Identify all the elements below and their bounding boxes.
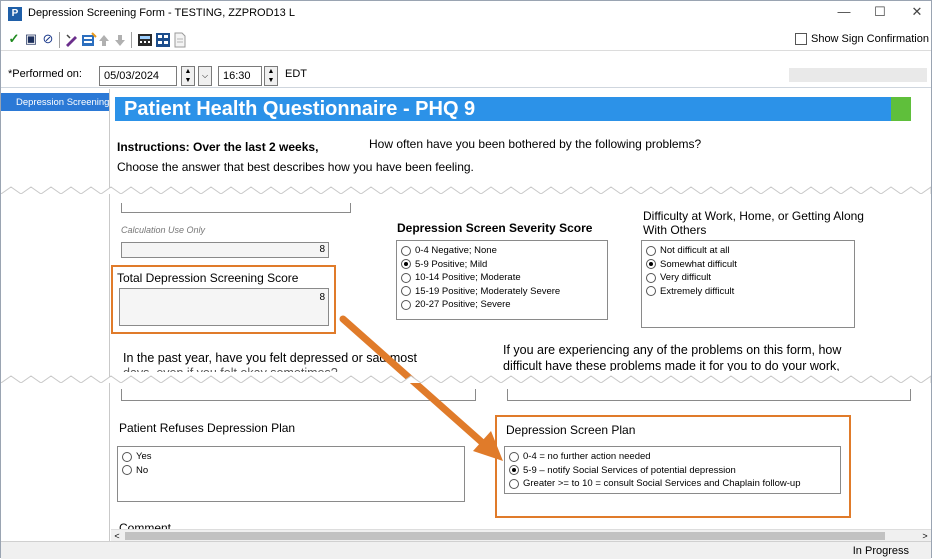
- time-spinner[interactable]: ▲ ▼: [264, 66, 278, 86]
- sign-checkmark-icon[interactable]: ✓: [6, 31, 22, 47]
- toolbar-separator: [131, 32, 132, 48]
- edit-pencil-icon[interactable]: [64, 32, 80, 48]
- title-bar: P Depression Screening Form - TESTING, Z…: [1, 1, 931, 27]
- minimize-icon[interactable]: —: [833, 4, 855, 24]
- date-dropdown-chevron-icon[interactable]: ⌵: [198, 66, 212, 86]
- horizontal-scrollbar[interactable]: < >: [111, 529, 931, 541]
- tear-separator: [1, 375, 931, 383]
- scroll-thumb[interactable]: [125, 532, 885, 540]
- form-content: Patient Health Questionnaire - PHQ 9 Ins…: [111, 89, 931, 541]
- sidebar-item-depression-screening[interactable]: Depression Screening: [1, 93, 109, 111]
- arrow-up-icon[interactable]: [98, 33, 110, 47]
- close-icon[interactable]: ✕: [906, 4, 928, 24]
- window-title: Depression Screening Form - TESTING, ZZP…: [28, 7, 295, 19]
- cancel-icon[interactable]: ⊘: [40, 31, 56, 47]
- performed-time-input[interactable]: 16:30: [218, 66, 262, 86]
- status-bar: In Progress: [1, 541, 931, 559]
- arrow-down-icon[interactable]: [114, 33, 126, 47]
- app-logo-icon: P: [8, 7, 22, 21]
- timezone-label: EDT: [285, 68, 307, 80]
- status-text: In Progress: [852, 545, 909, 557]
- annotation-arrow: [339, 315, 503, 461]
- show-sign-checkbox[interactable]: [794, 33, 807, 45]
- header-info-bar: [789, 68, 927, 82]
- maximize-icon[interactable]: ☐: [869, 4, 891, 24]
- show-sign-confirmation[interactable]: Show Sign Confirmation: [794, 33, 929, 45]
- performed-on-label: *Performed on:: [8, 68, 82, 80]
- calculator-icon[interactable]: [137, 32, 153, 48]
- grid-list-icon[interactable]: [155, 32, 171, 48]
- date-spinner[interactable]: ▲ ▼: [181, 66, 195, 86]
- toolbar-separator: [59, 32, 60, 48]
- toolbar: ✓ ▣ ⊘ Show Sign Confirmation: [1, 29, 931, 51]
- form-browser-icon[interactable]: [81, 32, 97, 48]
- document-icon[interactable]: [172, 32, 188, 48]
- window: P Depression Screening Form - TESTING, Z…: [0, 0, 932, 559]
- performed-on-row: *Performed on: 05/03/2024 ▲ ▼ ⌵ 16:30 ▲ ▼ …: [1, 64, 931, 88]
- performed-date-input[interactable]: 05/03/2024: [99, 66, 177, 86]
- tear-separator: [1, 186, 931, 194]
- save-icon[interactable]: ▣: [23, 31, 39, 47]
- section-sidebar: Depression Screening: [1, 89, 110, 541]
- show-sign-label: Show Sign Confirmation: [810, 33, 929, 45]
